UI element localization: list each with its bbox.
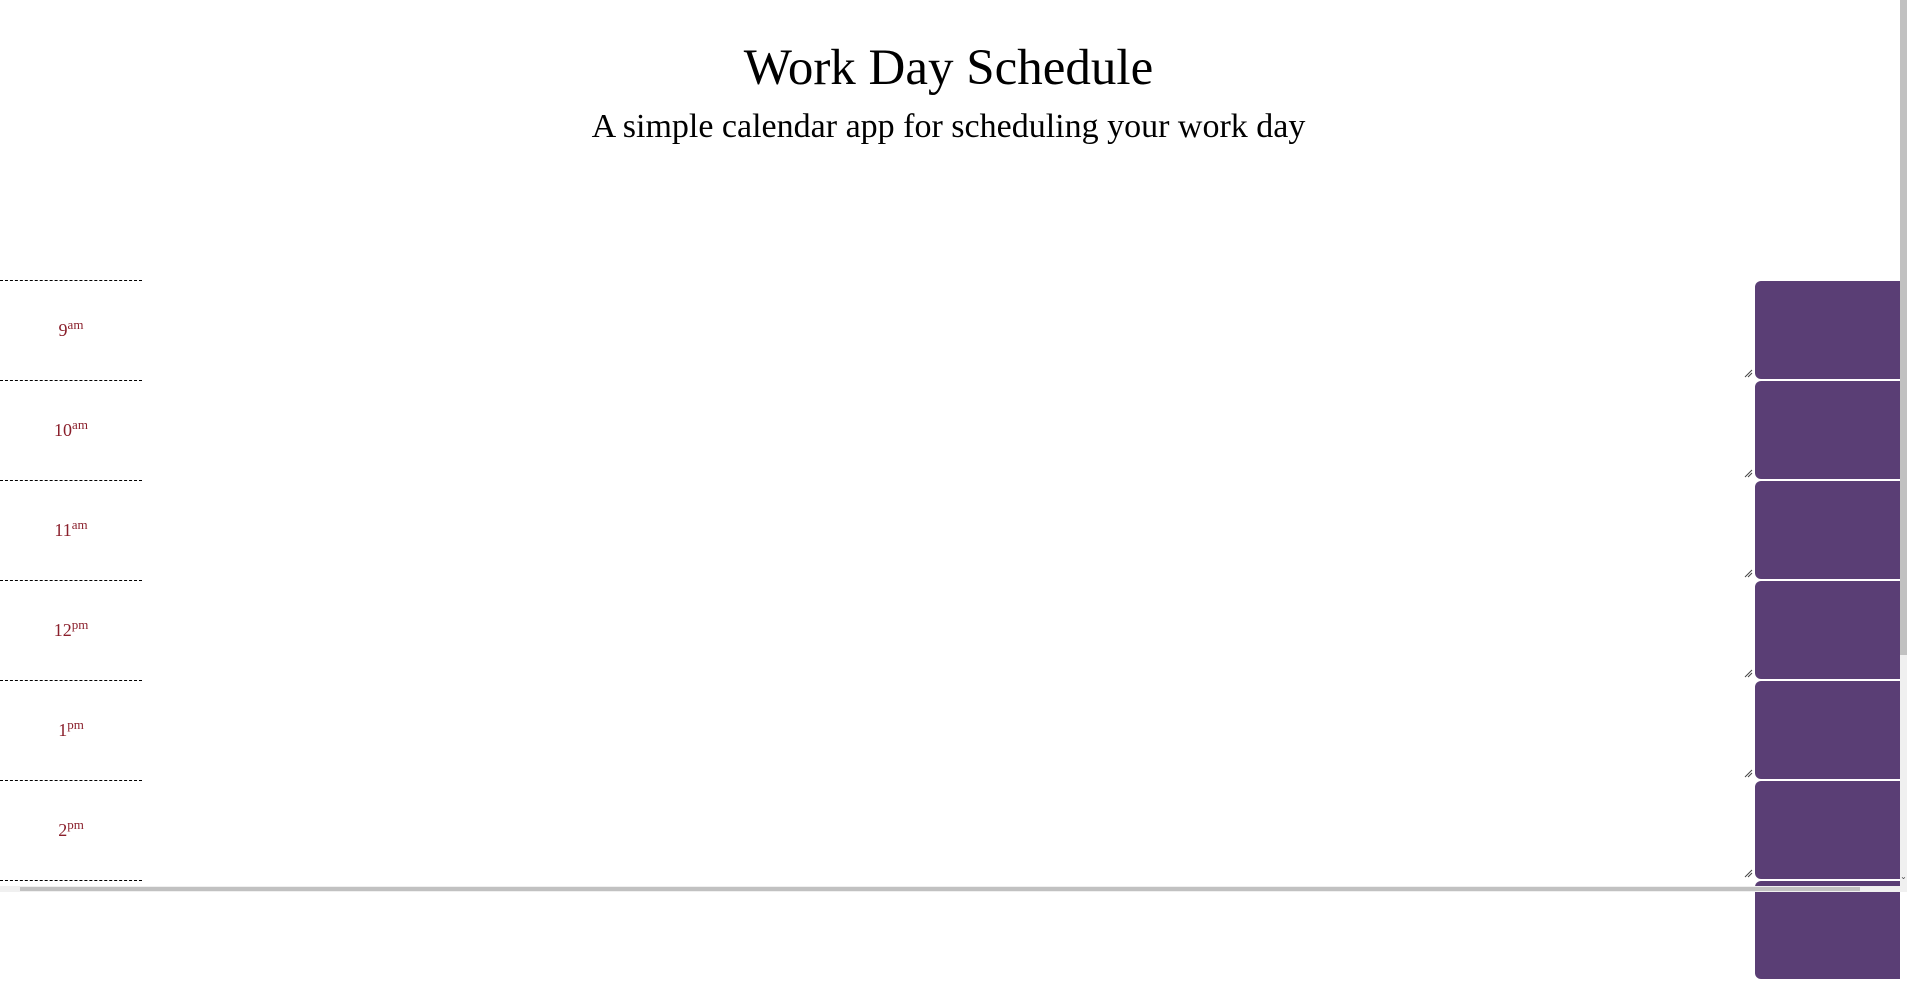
resize-grip-icon[interactable] xyxy=(1743,368,1753,378)
page-subtitle: A simple calendar app for scheduling you… xyxy=(591,108,1306,145)
time-block: 9am xyxy=(0,280,1907,384)
resize-grip-icon[interactable] xyxy=(1743,668,1753,678)
vertical-scrollbar[interactable] xyxy=(1900,0,1907,892)
schedule-container: 9am 10am 11am 12pm 1pm 2pm xyxy=(0,280,1907,984)
hour-label: 9am xyxy=(0,280,142,380)
save-button[interactable] xyxy=(1755,481,1900,579)
resize-grip-icon[interactable] xyxy=(1743,768,1753,778)
time-block xyxy=(0,880,1907,984)
hour-label: 12pm xyxy=(0,580,142,680)
time-block: 1pm xyxy=(0,680,1907,784)
hour-period: pm xyxy=(71,617,89,632)
save-button[interactable] xyxy=(1755,581,1900,679)
page-title: Work Day Schedule xyxy=(743,40,1154,96)
resize-grip-icon[interactable] xyxy=(1743,468,1753,478)
time-block: 12pm xyxy=(0,580,1907,684)
hour-period: am xyxy=(67,317,84,332)
time-block: 11am xyxy=(0,480,1907,584)
hour-number: 1 xyxy=(58,720,68,740)
hour-label: 2pm xyxy=(0,780,142,880)
hour-number: 11 xyxy=(54,520,72,540)
save-button[interactable] xyxy=(1755,381,1900,479)
hour-number: 12 xyxy=(53,620,72,640)
save-button[interactable] xyxy=(1755,281,1900,379)
hour-label: 11am xyxy=(0,480,142,580)
horizontal-scrollbar-thumb[interactable] xyxy=(20,887,1860,891)
save-button[interactable] xyxy=(1755,781,1900,879)
hour-period: am xyxy=(72,417,88,432)
event-description-input[interactable] xyxy=(142,480,1758,584)
hour-label: 10am xyxy=(0,380,142,480)
time-block: 10am xyxy=(0,380,1907,484)
time-block: 2pm xyxy=(0,780,1907,884)
resize-grip-icon[interactable] xyxy=(1743,568,1753,578)
event-description-input[interactable] xyxy=(142,780,1758,884)
hour-period: am xyxy=(71,517,88,532)
save-button[interactable] xyxy=(1755,681,1900,779)
horizontal-scrollbar[interactable] xyxy=(0,886,1900,892)
hour-period: pm xyxy=(67,717,84,732)
hour-number: 10 xyxy=(54,420,73,440)
resize-grip-icon[interactable] xyxy=(1743,868,1753,878)
vertical-scrollbar-thumb[interactable] xyxy=(1900,0,1907,655)
hour-label xyxy=(0,880,142,980)
save-button[interactable] xyxy=(1755,881,1900,979)
event-description-input[interactable] xyxy=(142,280,1758,384)
chevron-down-icon[interactable]: ⌄ xyxy=(1900,870,1907,884)
event-description-input[interactable] xyxy=(142,380,1758,484)
event-description-input[interactable] xyxy=(142,880,1758,984)
event-description-input[interactable] xyxy=(142,680,1758,784)
hour-number: 9 xyxy=(58,320,68,340)
hour-number: 2 xyxy=(58,820,68,840)
hour-label: 1pm xyxy=(0,680,142,780)
event-description-input[interactable] xyxy=(142,580,1758,684)
hour-period: pm xyxy=(67,817,84,832)
